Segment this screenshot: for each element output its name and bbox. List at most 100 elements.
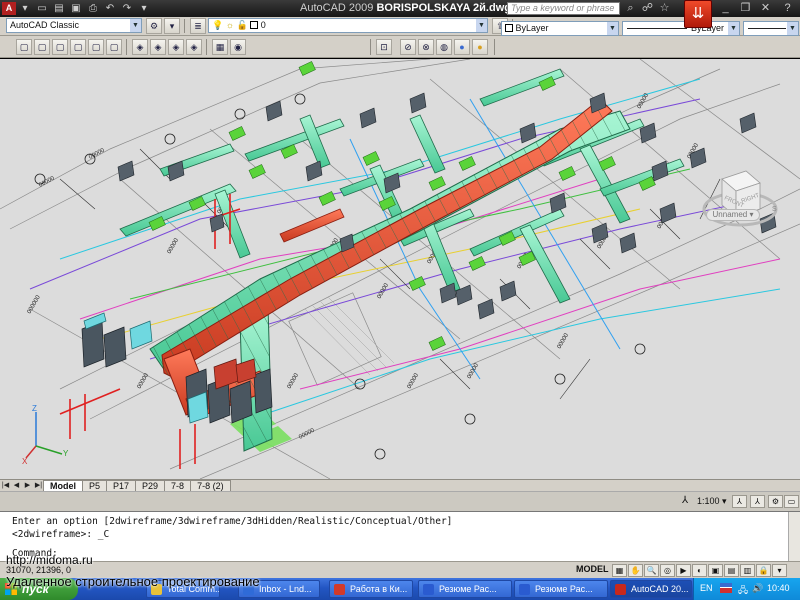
chevron-down-icon[interactable]: ▼ [607,22,618,35]
nw-iso-view-icon[interactable]: ◈ [186,39,202,55]
language-indicator[interactable]: EN [700,583,713,593]
minimize-icon[interactable]: _ [718,1,733,16]
color-select[interactable]: ByLayer ▼ [501,21,619,36]
steering-wheel-icon[interactable]: ◎ [660,564,675,577]
binoculars-icon[interactable]: ⌕ [623,1,638,16]
grid-icon[interactable]: ▦ [612,564,627,577]
model-space-button[interactable]: MODEL [576,564,609,574]
application-menu-icon[interactable]: A [2,2,16,15]
layer-select[interactable]: 💡 ☼ 🔓 0 ▼ [208,18,488,33]
toolbar-separator [206,39,207,55]
clean-screen-icon[interactable]: ▭ [784,495,799,508]
ne-iso-view-icon[interactable]: ◈ [168,39,184,55]
new-file-icon[interactable]: ▭ [34,1,50,16]
print-icon[interactable]: ⎙ [85,1,101,16]
command-line-window[interactable]: Enter an option [2dwireframe/3dwireframe… [0,511,800,562]
chevron-down-icon[interactable]: ▼ [476,19,487,32]
taskbar-item-browser[interactable]: Работа в Ки... [329,580,413,598]
ucs-icon[interactable]: ⊡ [376,39,392,55]
taskbar-item-resume-2[interactable]: Резюме Рас... [514,580,608,598]
orbit-icon[interactable]: ◐ [692,564,707,577]
taskbar-item-autocad[interactable]: AutoCAD 20... [610,580,692,598]
quick-access-dropdown-icon[interactable]: ▾ [136,1,152,16]
taskbar-item-resume-1[interactable]: Резюме Рас... [418,580,512,598]
2d-wireframe-icon[interactable]: ⊘ [400,39,416,55]
workspace-value: AutoCAD Classic [10,20,80,30]
next-tab-icon[interactable]: ▶ [22,480,33,491]
viewcube-navigation[interactable]: FRONT RIGHT S [700,159,780,244]
tab-p17[interactable]: P17 [106,480,137,491]
svg-text:00000: 00000 [407,372,421,390]
first-tab-icon[interactable]: |◀ [0,480,11,491]
tab-p29[interactable]: P29 [135,480,166,491]
volume-icon[interactable]: 🔊 [752,583,763,594]
annotation-scale-value[interactable]: 1:100 ▾ [697,496,727,507]
annotation-scale-icon[interactable]: ⅄ [682,495,688,506]
camera-icon[interactable]: ◉ [230,39,246,55]
layer-properties-icon[interactable]: ≣ [190,18,206,34]
workspace-switch-icon[interactable]: ⚙ [768,495,783,508]
task-label: Inbox - Lnd... [259,584,312,594]
pan-hand-icon[interactable]: ✋ [628,564,643,577]
left-view-icon[interactable]: ▢ [52,39,68,55]
redo-icon[interactable]: ↷ [119,1,135,16]
search-input[interactable]: Type a keyword or phrase [507,2,620,15]
restore-icon[interactable]: ❐ [738,1,753,16]
bottom-view-icon[interactable]: ▢ [34,39,50,55]
status-menu-icon[interactable]: ▾ [772,564,787,577]
communication-center-icon[interactable]: ☍ [640,1,655,16]
command-scrollbar[interactable] [788,512,800,562]
layout-preview-icon[interactable]: ▥ [740,564,755,577]
lineweight-select[interactable]: ▼ [743,21,799,36]
tab-7-8[interactable]: 7-8 [164,480,192,491]
sw-iso-view-icon[interactable]: ◈ [132,39,148,55]
tab-p5[interactable]: P5 [82,480,108,491]
tab-7-8-2[interactable]: 7-8 (2) [190,480,231,491]
right-view-icon[interactable]: ▢ [70,39,86,55]
top-view-icon[interactable]: ▢ [16,39,32,55]
quick-view-icon[interactable]: ▣ [708,564,723,577]
zoom-icon[interactable]: 🔍 [644,564,659,577]
open-folder-icon[interactable]: ▤ [51,1,67,16]
us-flag-icon[interactable] [720,583,732,593]
network-icon[interactable]: 🖧 [738,583,748,599]
se-iso-view-icon[interactable]: ◈ [150,39,166,55]
svg-text:00000: 00000 [557,332,571,350]
close-icon[interactable]: ✕ [758,1,773,16]
drawing-viewport[interactable]: 00000 00000 000000 00000 00000 00000 000… [0,59,800,479]
front-view-icon[interactable]: ▢ [88,39,104,55]
auto-scale-icon[interactable]: ⅄ [750,495,765,508]
3d-wireframe-icon[interactable]: ⊗ [418,39,434,55]
help-icon[interactable]: ? [780,1,795,16]
showmotion-icon[interactable]: ▶ [676,564,691,577]
toolbar-separator [494,39,495,55]
chevron-down-icon[interactable]: ▼ [130,19,141,32]
toolbar-separator [126,39,127,55]
word-icon [423,584,434,595]
back-view-icon[interactable]: ▢ [106,39,122,55]
download-alert-icon[interactable]: ⇊ [684,0,712,28]
workspace-select[interactable]: AutoCAD Classic ▼ [6,18,142,33]
layer-value: 0 [260,20,266,30]
tab-model[interactable]: Model [43,480,83,491]
dropdown-arrow-icon[interactable]: ▾ [17,1,33,16]
viewport-toggle-icon[interactable]: ▤ [724,564,739,577]
chevron-down-icon[interactable]: ▼ [787,22,798,35]
workspace-extra-icon[interactable]: ▾ [164,18,180,34]
3d-hidden-icon[interactable]: ◍ [436,39,452,55]
annotation-visibility-icon[interactable]: ⅄ [732,495,747,508]
realistic-style-icon[interactable]: ● [454,39,470,55]
named-views-icon[interactable]: ▦ [212,39,228,55]
save-icon[interactable]: ▣ [68,1,84,16]
conceptual-style-icon[interactable]: ● [472,39,488,55]
lineweight-preview [748,28,786,29]
favorites-star-icon[interactable]: ☆ [657,1,672,16]
undo-icon[interactable]: ↶ [102,1,118,16]
chevron-down-icon[interactable]: ▼ [728,22,739,35]
lock-toolbar-icon[interactable]: 🔒 [756,564,771,577]
view-name-dropdown[interactable]: Unnamed ▾ [706,209,760,221]
prev-tab-icon[interactable]: ◀ [11,480,22,491]
sun-icon: ☼ [225,20,234,30]
linetype-select[interactable]: ByLayer ▼ [622,21,740,36]
workspace-settings-gear-icon[interactable]: ⚙ [146,18,162,34]
